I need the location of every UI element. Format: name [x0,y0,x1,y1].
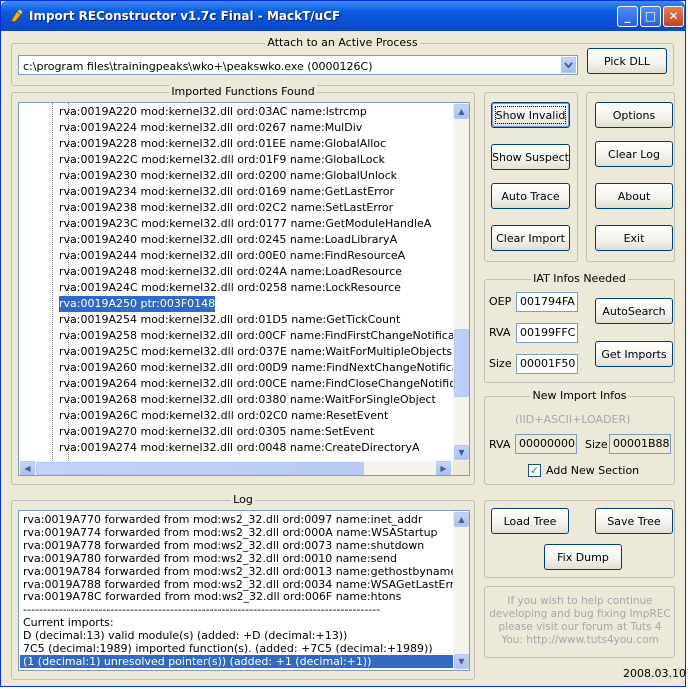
close-button[interactable]: ✕ [663,6,684,27]
iat-size-field[interactable]: 00001F50 [516,354,578,374]
show-invalid-button[interactable]: Show Invalid [491,102,570,128]
autosearch-button[interactable]: AutoSearch [595,298,673,324]
scroll-up-icon[interactable]: ▲ [454,104,469,119]
process-value: c:\program files\trainingpeaks\wko+\peak… [23,60,373,73]
window-title: Import REConstructor v1.7c Final - MackT… [29,9,341,23]
log-row[interactable]: rva:0019A780 forwarded from mod:ws2_32.d… [23,552,397,565]
log-scroll-down-icon[interactable]: ▼ [454,654,469,669]
log-scroll-up-icon[interactable]: ▲ [454,512,469,527]
iat-rva-label: RVA [489,326,511,339]
import-row[interactable]: rva:0019A248 mod:kernel32.dll ord:024A n… [59,264,402,280]
import-row[interactable]: rva:0019A238 mod:kernel32.dll ord:02C2 n… [59,200,393,216]
log-listbox[interactable]: rva:0019A770 forwarded from mod:ws2_32.d… [18,510,470,671]
version-date: 2008.03.10 [623,667,686,680]
log-row[interactable]: D (decimal:13) valid module(s) (added: +… [23,629,347,642]
log-row[interactable]: rva:0019A784 forwarded from mod:ws2_32.d… [23,565,457,578]
import-row[interactable]: rva:0019A258 mod:kernel32.dll ord:00CF n… [59,328,469,344]
imports-hscrollbar[interactable]: ◀ ▶ [19,461,453,475]
clear-import-button[interactable]: Clear Import [491,225,570,251]
import-row[interactable]: rva:0019A234 mod:kernel32.dll ord:0169 n… [59,184,394,200]
title-bar[interactable]: Import REConstructor v1.7c Final - MackT… [1,1,685,31]
new-rva-field[interactable]: 00000000 [515,434,577,454]
options-button[interactable]: Options [595,102,673,128]
import-row[interactable]: rva:0019A254 mod:kernel32.dll ord:01D5 n… [59,312,400,328]
iat-rva-field[interactable]: 00199FFC [516,323,578,343]
save-tree-button[interactable]: Save Tree [595,508,673,534]
auto-trace-button[interactable]: Auto Trace [491,183,570,209]
show-suspect-button[interactable]: Show Suspect [491,144,570,170]
import-row[interactable]: rva:0019A260 mod:kernel32.dll ord:00D9 n… [59,360,469,376]
import-row[interactable]: rva:0019A228 mod:kernel32.dll ord:01EE n… [59,136,386,152]
imports-vscroll-thumb[interactable] [454,329,469,397]
log-row[interactable]: Current imports: [23,616,114,629]
log-row[interactable]: 7C5 (decimal:1989) imported function(s).… [23,642,433,655]
exit-button[interactable]: Exit [595,225,673,251]
import-row[interactable]: rva:0019A240 mod:kernel32.dll ord:0245 n… [59,232,397,248]
add-new-section-checkbox[interactable]: ✓ [528,464,541,477]
new-size-label: Size [585,438,608,451]
get-imports-button[interactable]: Get Imports [595,341,673,367]
log-row[interactable]: rva:0019A774 forwarded from mod:ws2_32.d… [23,526,438,539]
import-row[interactable]: rva:0019A270 mod:kernel32.dll ord:0305 n… [59,424,374,440]
import-row[interactable]: rva:0019A244 mod:kernel32.dll ord:00E0 n… [59,248,405,264]
new-import-infos-label: New Import Infos [530,389,629,402]
help-text: If you wish to help continue developing … [489,595,671,646]
pick-dll-button[interactable]: Pick DLL [587,48,667,74]
log-row[interactable]: rva:0019A778 forwarded from mod:ws2_32.d… [23,539,424,552]
app-icon [10,8,24,23]
log-vscrollbar[interactable]: ▲ ▼ [453,511,469,670]
log-row[interactable]: rva:0019A788 forwarded from mod:ws2_32.d… [23,578,465,591]
import-row[interactable]: rva:0019A264 mod:kernel32.dll ord:00CE n… [59,376,469,392]
new-import-subtitle: (IID+ASCII+LOADER) [515,413,631,426]
iat-infos-label: IAT Infos Needed [531,272,628,285]
import-row[interactable]: rva:0019A220 mod:kernel32.dll ord:03AC n… [59,104,367,120]
maximize-button[interactable]: □ [640,6,661,27]
import-row[interactable]: rva:0019A25C mod:kernel32.dll ord:037E n… [59,344,452,360]
imported-functions-label: Imported Functions Found [169,85,317,98]
import-row[interactable]: rva:0019A23C mod:kernel32.dll ord:0177 n… [59,216,431,232]
import-row[interactable]: rva:0019A26C mod:kernel32.dll ord:02C0 n… [59,408,388,424]
app-window: Import REConstructor v1.7c Final - MackT… [0,0,686,687]
import-row[interactable]: rva:0019A274 mod:kernel32.dll ord:0048 n… [59,440,420,456]
attach-process-label: Attach to an Active Process [265,36,420,49]
scroll-right-icon[interactable]: ▶ [436,461,451,475]
load-tree-button[interactable]: Load Tree [491,508,569,534]
import-row[interactable]: rva:0019A24C mod:kernel32.dll ord:0258 n… [59,280,401,296]
iat-size-label: Size [489,357,512,370]
iat-infos-group: IAT Infos Needed [484,272,675,383]
log-row[interactable]: (1 (decimal:1) unresolved pointer(s)) (a… [20,654,453,668]
log-label: Log [231,493,255,506]
import-row[interactable]: rva:0019A22C mod:kernel32.dll ord:01F9 n… [59,152,385,168]
fix-dump-button[interactable]: Fix Dump [544,544,622,570]
imports-hscroll-thumb[interactable] [36,462,364,475]
scroll-left-icon[interactable]: ◀ [20,461,35,475]
oep-label: OEP [489,295,512,308]
log-row[interactable]: rva:0019A78C forwarded from mod:ws2_32.d… [23,590,401,603]
import-row[interactable]: rva:0019A268 mod:kernel32.dll ord:0380 n… [59,392,436,408]
log-row[interactable]: rva:0019A770 forwarded from mod:ws2_32.d… [23,513,422,526]
log-row[interactable]: ----------------------------------------… [23,603,380,616]
new-size-field[interactable]: 00001B88 [609,434,671,454]
imports-tree[interactable]: rva:0019A220 mod:kernel32.dll ord:03AC n… [18,102,470,476]
imports-vscrollbar[interactable]: ▲ ▼ [453,103,469,461]
oep-field[interactable]: 001794FA [516,292,578,312]
about-button[interactable]: About [595,183,673,209]
dropdown-arrow-icon[interactable] [561,57,576,73]
new-rva-label: RVA [489,438,511,451]
import-row[interactable]: rva:0019A230 mod:kernel32.dll ord:0200 n… [59,168,397,184]
clear-log-button[interactable]: Clear Log [595,141,673,167]
add-new-section-label: Add New Section [546,464,640,477]
minimize-button[interactable]: _ [617,6,638,27]
scroll-down-icon[interactable]: ▼ [454,445,469,460]
process-combobox[interactable]: c:\program files\trainingpeaks\wko+\peak… [18,55,578,75]
import-row[interactable]: rva:0019A224 mod:kernel32.dll ord:0267 n… [59,120,362,136]
import-row[interactable]: rva:0019A250 ptr:003F0148 [59,296,216,312]
scroll-corner [453,461,469,475]
